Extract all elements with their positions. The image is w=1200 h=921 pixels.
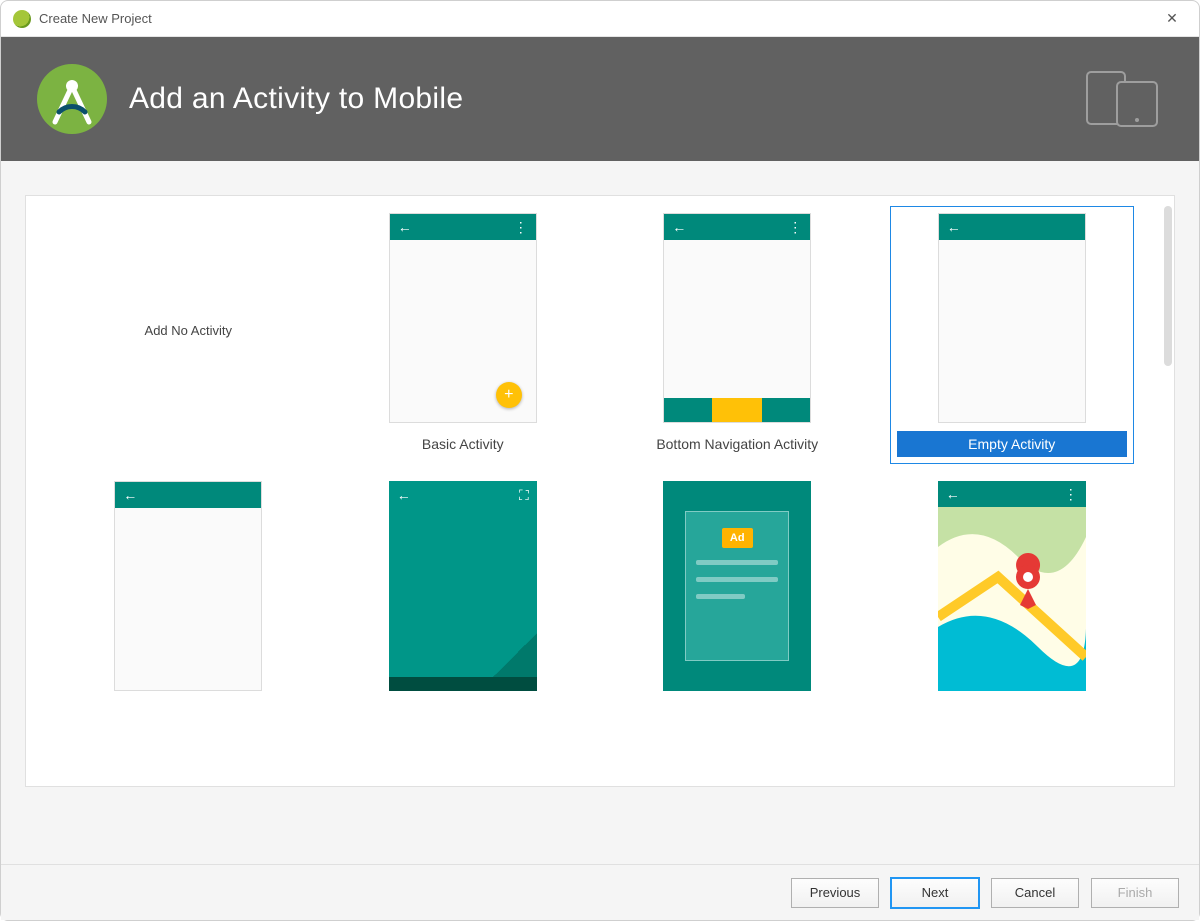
wizard-title: Add an Activity to Mobile (129, 82, 463, 116)
android-studio-icon (13, 10, 31, 28)
back-arrow-icon: ← (398, 220, 412, 234)
preview-appbar: ← ⋮ (938, 481, 1086, 507)
template-label: Add No Activity (145, 323, 232, 338)
template-label: Basic Activity (422, 431, 504, 457)
fab-icon: + (496, 382, 522, 408)
wizard-footer: Previous Next Cancel Finish (1, 864, 1199, 920)
back-arrow-icon: ← (397, 487, 411, 504)
template-label: Empty Activity (897, 431, 1128, 457)
template-add-no-activity[interactable]: Add No Activity (66, 206, 311, 454)
preview-appbar: ← ⋮ (390, 214, 536, 240)
ad-badge: Ad (722, 528, 753, 548)
android-studio-logo (37, 64, 107, 134)
preview-appbar: ← (939, 214, 1085, 240)
template-label: Bottom Navigation Activity (656, 431, 818, 457)
wizard-banner: Add an Activity to Mobile (1, 37, 1199, 161)
back-arrow-icon: ← (672, 220, 686, 234)
fullscreen-icon: ⛶ (519, 487, 529, 504)
finish-button: Finish (1091, 878, 1179, 908)
devices-icon (1085, 68, 1163, 131)
back-arrow-icon: ← (947, 220, 961, 234)
template-row2-item-3[interactable]: Ad (615, 474, 860, 698)
preview-appbar: ← (115, 482, 261, 508)
template-basic-activity[interactable]: ← ⋮ + Basic Activity (341, 206, 586, 464)
close-icon[interactable]: ✕ (1157, 4, 1187, 34)
overflow-menu-icon: ⋮ (788, 220, 802, 234)
template-row2-item-2[interactable]: ← ⛶ (341, 474, 586, 698)
preview-bottom-nav (664, 398, 810, 422)
overflow-menu-icon: ⋮ (514, 220, 528, 234)
next-button[interactable]: Next (891, 878, 979, 908)
wizard-content: Add No Activity ← ⋮ + Basic Activity ← ⋮ (1, 161, 1199, 864)
template-empty-activity[interactable]: ← Empty Activity (890, 206, 1135, 464)
overflow-menu-icon: ⋮ (1064, 487, 1078, 501)
previous-button[interactable]: Previous (791, 878, 879, 908)
template-row2-item-1[interactable]: ← (66, 474, 311, 698)
cancel-button[interactable]: Cancel (991, 878, 1079, 908)
back-arrow-icon: ← (946, 487, 960, 501)
template-bottom-navigation-activity[interactable]: ← ⋮ Bottom Navigation Activity (615, 206, 860, 464)
preview-appbar: ← ⋮ (664, 214, 810, 240)
window-titlebar: Create New Project ✕ (1, 1, 1199, 37)
scrollbar[interactable] (1164, 206, 1172, 366)
template-gallery: Add No Activity ← ⋮ + Basic Activity ← ⋮ (25, 195, 1175, 787)
back-arrow-icon: ← (123, 488, 137, 502)
template-row2-item-4[interactable]: ← ⋮ (890, 474, 1135, 698)
window-title: Create New Project (39, 11, 1157, 26)
